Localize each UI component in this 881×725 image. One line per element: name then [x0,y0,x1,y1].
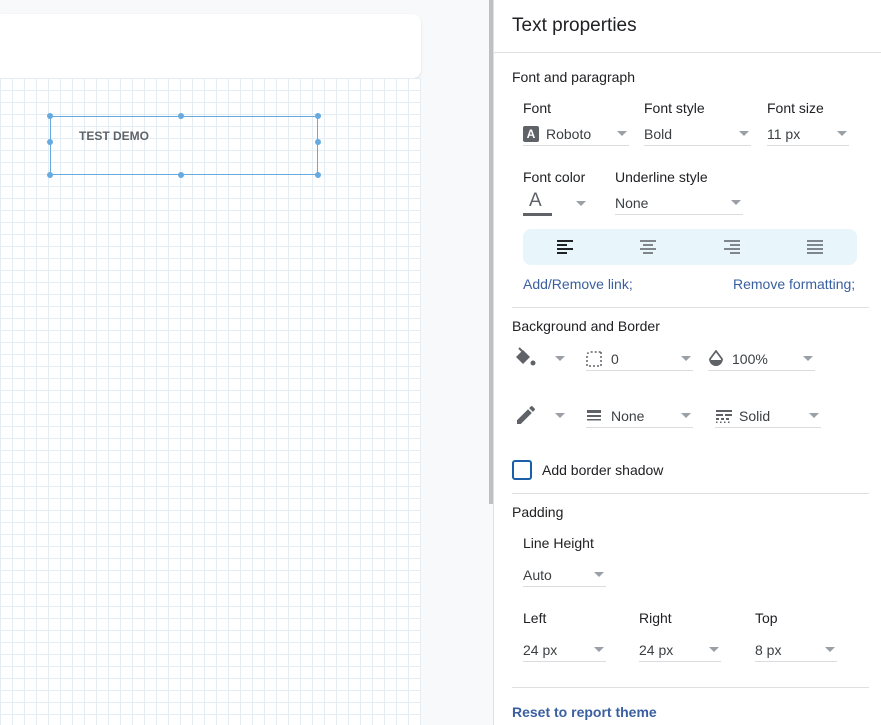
add-remove-link[interactable]: Add/Remove link; [523,276,633,292]
padding-title: Padding [512,504,564,520]
fill-color-picker[interactable] [513,345,569,371]
resize-handle-ne[interactable] [315,113,321,119]
padding-left-label: Left [523,610,547,626]
padding-left-value: 24 px [523,641,558,658]
font-color-picker[interactable]: A [523,190,589,216]
line-height-dropdown[interactable]: Auto [523,563,606,587]
font-style-dropdown[interactable]: Bold [644,122,751,146]
border-weight-value: None [611,407,645,424]
padding-top-dropdown[interactable]: 8 px [755,638,837,662]
background-border-title: Background and Border [512,318,660,334]
font-size-dropdown[interactable]: 11 px [767,122,849,146]
resize-handle-nw[interactable] [47,113,53,119]
canvas-header [0,14,421,78]
font-style-value: Bold [644,125,673,142]
section-divider [512,687,869,688]
underline-style-value: None [615,194,649,211]
align-left-icon [556,240,573,254]
font-label: Font [523,100,552,116]
resize-handle-e[interactable] [315,139,321,145]
opacity-drop-icon [709,349,723,366]
line-height-value: Auto [523,566,552,583]
chevron-down-icon [709,647,719,652]
chevron-down-icon [576,200,586,206]
canvas-grid[interactable] [0,78,421,725]
border-radius-dropdown[interactable]: 0 [586,347,693,371]
align-left-button[interactable] [523,229,607,265]
border-weight-dropdown[interactable]: None [586,404,693,428]
align-center-button[interactable] [607,229,691,265]
font-color-icon: A [523,190,553,216]
padding-top-value: 8 px [755,641,782,658]
padding-top-label: Top [755,610,778,626]
pencil-icon [517,405,536,424]
align-center-icon [640,240,657,254]
line-height-label: Line Height [523,535,594,551]
text-box-content[interactable]: TEST DEMO [79,129,149,143]
selected-text-box[interactable]: TEST DEMO [50,116,318,175]
font-size-label: Font size [767,100,824,116]
chevron-down-icon [594,647,604,652]
font-color-label: Font color [523,169,586,185]
chevron-down-icon [555,355,565,361]
font-size-value: 11 px [767,125,801,142]
chevron-down-icon [555,412,565,418]
reset-to-theme-link[interactable]: Reset to report theme [512,704,657,720]
title-divider [494,52,881,53]
padding-right-dropdown[interactable]: 24 px [639,638,721,662]
text-properties-panel: Text properties Font and paragraph Font … [493,0,881,725]
chevron-down-icon [837,131,847,136]
fill-bucket-icon [516,347,536,366]
chevron-down-icon [739,131,749,136]
chevron-down-icon [731,200,741,205]
padding-left-dropdown[interactable]: 24 px [523,638,606,662]
report-canvas: TEST DEMO [0,0,493,725]
line-style-icon [716,409,732,423]
font-style-label: Font style [644,100,705,116]
font-icon: A [523,125,539,142]
line-weight-icon [587,409,601,420]
chevron-down-icon [825,647,835,652]
padding-right-label: Right [639,610,672,626]
border-radius-icon [586,350,602,367]
underline-style-label: Underline style [615,169,708,185]
panel-title: Text properties [512,15,637,36]
padding-right-value: 24 px [639,641,674,658]
border-shadow-label: Add border shadow [542,462,664,478]
chevron-down-icon [594,572,604,577]
chevron-down-icon [803,356,813,361]
opacity-value: 100% [732,350,768,367]
alignment-bar [523,229,857,265]
resize-handle-se[interactable] [315,172,321,178]
border-radius-value: 0 [611,350,619,367]
font-paragraph-title: Font and paragraph [512,69,635,85]
chevron-down-icon [617,131,627,136]
section-divider [512,307,869,308]
resize-handle-s[interactable] [178,172,184,178]
border-style-value: Solid [739,407,771,424]
section-divider [512,493,869,494]
font-value: Roboto [546,125,592,142]
underline-style-dropdown[interactable]: None [615,191,743,215]
resize-handle-w[interactable] [47,139,53,145]
border-shadow-checkbox[interactable] [512,460,532,480]
border-style-dropdown[interactable]: Solid [715,404,821,428]
align-justify-button[interactable] [774,229,858,265]
remove-formatting-link[interactable]: Remove formatting; [733,276,855,292]
align-justify-icon [807,240,824,254]
border-color-picker[interactable] [514,402,570,428]
resize-handle-sw[interactable] [47,172,53,178]
chevron-down-icon [809,413,819,418]
opacity-dropdown[interactable]: 100% [708,347,815,371]
align-right-icon [723,240,740,254]
chevron-down-icon [681,413,691,418]
chevron-down-icon [681,356,691,361]
align-right-button[interactable] [690,229,774,265]
font-dropdown[interactable]: A Roboto [523,122,629,146]
resize-handle-n[interactable] [178,113,184,119]
